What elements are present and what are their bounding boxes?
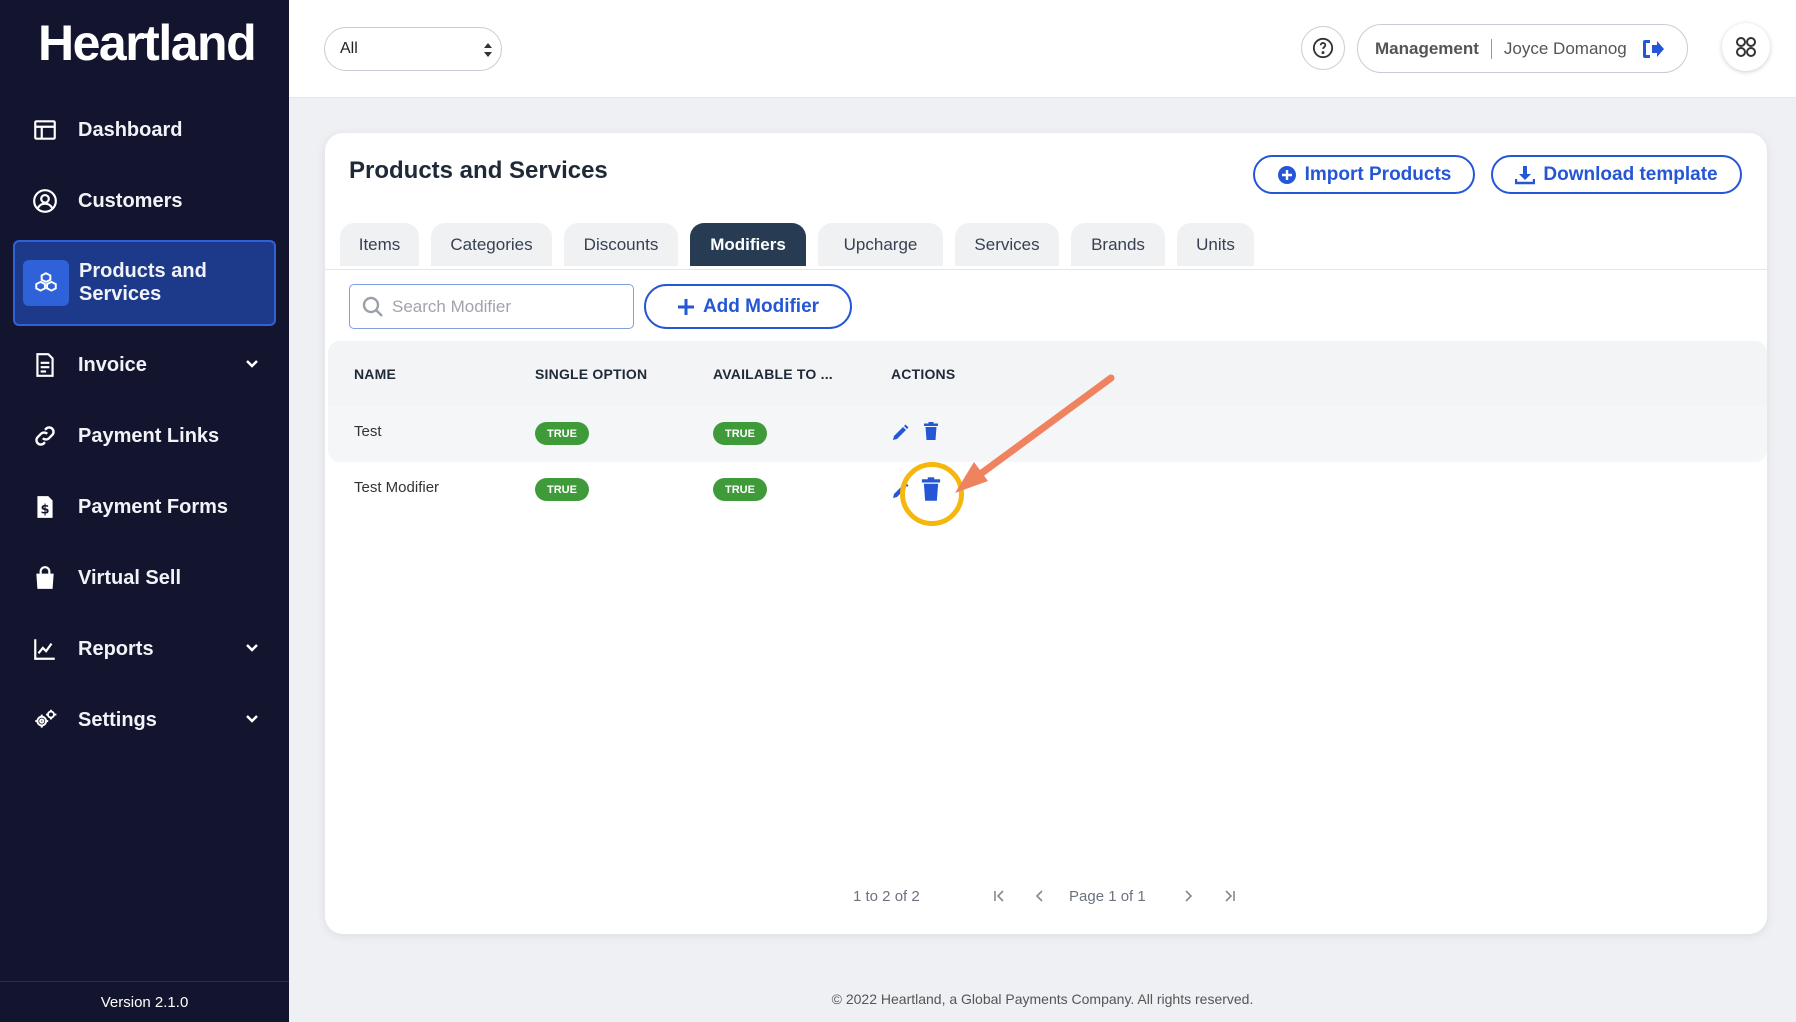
version-label: Version 2.1.0 (0, 981, 289, 1022)
import-products-label: Import Products (1304, 163, 1452, 185)
user-name: Joyce Domanog (1503, 38, 1627, 58)
sidebar-item-invoice[interactable]: Invoice (0, 335, 289, 395)
products-card: Products and Services Import Products Do… (325, 133, 1767, 934)
page-title: Products and Services (349, 157, 608, 184)
first-page-icon (994, 890, 1004, 902)
chevron-left-icon (1035, 890, 1043, 902)
search-box[interactable] (349, 284, 634, 329)
sidebar-item-label: Invoice (78, 353, 147, 376)
sidebar-item-virtual-sell[interactable]: Virtual Sell (0, 548, 289, 608)
dollar-file-icon: $ (32, 494, 58, 520)
delete-trash-icon[interactable] (921, 421, 941, 441)
column-header-name[interactable]: NAME (354, 366, 396, 382)
table-row: Test TRUE TRUE (328, 406, 1767, 462)
logout-icon[interactable] (1641, 38, 1665, 60)
plus-circle-icon (1277, 165, 1296, 184)
dashboard-icon (32, 117, 58, 143)
last-page-button[interactable] (1218, 885, 1240, 907)
brand-logo: Heartland (38, 15, 257, 71)
single-option-badge: TRUE (535, 478, 589, 501)
column-header-actions: ACTIONS (891, 366, 956, 382)
shopping-bag-icon (32, 565, 58, 591)
divider (1490, 38, 1492, 59)
last-page-icon (1225, 890, 1235, 902)
table-row: Test Modifier TRUE TRUE (328, 462, 1767, 518)
sidebar-item-label: Payment Links (78, 424, 220, 447)
top-header: All Management Joyce Domanog (289, 0, 1796, 98)
sidebar-item-label: Payment Forms (78, 495, 229, 518)
sidebar-item-dashboard[interactable]: Dashboard (0, 100, 289, 160)
sidebar-item-customers[interactable]: Customers (0, 171, 289, 231)
column-header-available-to[interactable]: AVAILABLE TO ... (713, 366, 833, 382)
search-input[interactable] (392, 296, 622, 317)
edit-pencil-icon[interactable] (890, 481, 910, 501)
chevron-right-icon (1185, 890, 1193, 902)
app-switcher-button[interactable] (1722, 23, 1770, 71)
import-products-button[interactable]: Import Products (1253, 155, 1475, 194)
apps-grid-icon (1736, 37, 1756, 57)
sidebar: Heartland Dashboard Customers Products a… (0, 0, 289, 1022)
tab-modifiers[interactable]: Modifiers (690, 223, 806, 266)
page-indicator: Page 1 of 1 (1069, 888, 1146, 905)
user-role: Management (1375, 38, 1479, 58)
svg-text:$: $ (40, 503, 49, 518)
copyright-footer: © 2022 Heartland, a Global Payments Comp… (831, 991, 1254, 1007)
location-select[interactable]: All (324, 27, 502, 71)
previous-page-button[interactable] (1029, 885, 1051, 907)
sidebar-item-payment-forms[interactable]: $ Payment Forms (0, 477, 289, 537)
sidebar-item-label: Products and Services (79, 260, 207, 305)
sidebar-item-label: Reports (78, 637, 154, 660)
sidebar-item-payment-links[interactable]: Payment Links (0, 406, 289, 466)
sidebar-item-products-and-services[interactable]: Products and Services (13, 240, 276, 326)
chevron-down-icon[interactable] (245, 712, 259, 726)
tab-brands[interactable]: Brands (1071, 223, 1165, 266)
sidebar-item-label: Settings (78, 708, 157, 731)
sidebar-item-label: Virtual Sell (78, 566, 182, 589)
search-icon (362, 296, 383, 317)
user-menu[interactable]: Management Joyce Domanog (1357, 24, 1688, 73)
single-option-badge: TRUE (535, 422, 589, 445)
sidebar-item-reports[interactable]: Reports (0, 619, 289, 679)
location-select-value: All (340, 40, 358, 57)
sidebar-item-label: Dashboard (78, 118, 183, 141)
first-page-button[interactable] (989, 885, 1011, 907)
next-page-button[interactable] (1177, 885, 1199, 907)
tab-discounts[interactable]: Discounts (564, 223, 678, 266)
pagination-range: 1 to 2 of 2 (853, 888, 920, 905)
gears-icon (32, 707, 58, 733)
tab-units[interactable]: Units (1177, 223, 1254, 266)
download-template-label: Download template (1543, 163, 1718, 185)
table-header: NAME SINGLE OPTION AVAILABLE TO ... ACTI… (328, 341, 1767, 406)
user-circle-icon (32, 188, 58, 214)
question-icon (1312, 37, 1334, 59)
add-modifier-button[interactable]: Add Modifier (644, 284, 852, 329)
help-button[interactable] (1301, 26, 1345, 70)
edit-pencil-icon[interactable] (890, 423, 910, 443)
add-modifier-label: Add Modifier (702, 295, 820, 317)
modifier-name: Test Modifier (354, 479, 440, 496)
column-header-single-option[interactable]: SINGLE OPTION (535, 366, 647, 382)
modifier-name: Test (354, 423, 382, 440)
download-template-button[interactable]: Download template (1491, 155, 1742, 194)
tab-upcharge[interactable]: Upcharge (818, 223, 943, 266)
delete-trash-icon[interactable] (918, 476, 944, 502)
invoice-icon (32, 352, 58, 378)
available-to-badge: TRUE (713, 478, 767, 501)
tab-divider (325, 269, 1767, 270)
chevron-down-icon[interactable] (245, 357, 259, 371)
tab-services[interactable]: Services (955, 223, 1059, 266)
select-arrows-icon (484, 43, 492, 57)
sidebar-item-settings[interactable]: Settings (0, 690, 289, 750)
sidebar-item-label: Customers (78, 189, 183, 212)
plus-icon (677, 298, 694, 315)
chevron-down-icon[interactable] (245, 641, 259, 655)
tab-items[interactable]: Items (340, 223, 419, 266)
chart-icon (32, 636, 58, 662)
boxes-icon (23, 260, 69, 306)
link-icon (32, 423, 58, 449)
available-to-badge: TRUE (713, 422, 767, 445)
download-icon (1515, 165, 1536, 184)
tab-categories[interactable]: Categories (431, 223, 552, 266)
